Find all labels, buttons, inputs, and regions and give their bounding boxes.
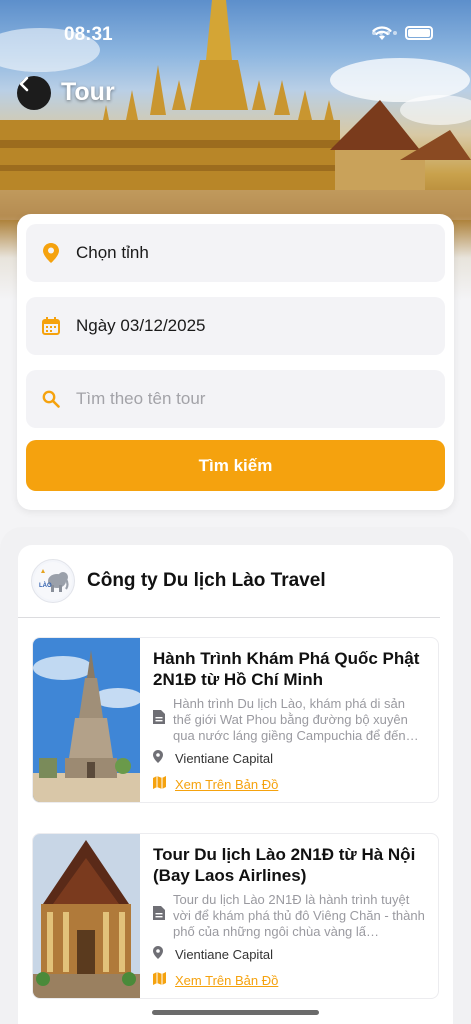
view-map-label[interactable]: Xem Trên Bản Đồ: [175, 973, 278, 988]
elephant-logo-icon: LÀO: [34, 562, 72, 600]
province-label: Chọn tỉnh: [76, 243, 149, 262]
company-logo: LÀO: [31, 559, 75, 603]
tour-name-field[interactable]: [26, 370, 445, 428]
tour-description: Hành trình Du lịch Lào, khám phá di sản …: [173, 696, 419, 743]
tour-image: [33, 834, 140, 998]
company-header[interactable]: LÀO Công ty Du lịch Lào Travel: [18, 545, 440, 618]
tour-card[interactable]: Tour Du lịch Lào 2N1Đ từ Hà Nội (Bay Lao…: [32, 833, 439, 999]
page-title: Tour: [61, 78, 115, 106]
location-pin-icon: [153, 750, 163, 763]
document-icon: [153, 906, 165, 920]
wifi-icon: [372, 26, 392, 40]
results-panel: LÀO Công ty Du lịch Lào Travel Hành Trìn…: [0, 527, 471, 1024]
search-icon: [42, 390, 60, 408]
location-pin-icon: [43, 243, 59, 263]
tour-image: [33, 638, 140, 802]
view-map-label[interactable]: Xem Trên Bản Đồ: [175, 777, 278, 792]
tour-card[interactable]: Hành Trình Khám Phá Quốc Phật 2N1Đ từ Hồ…: [32, 637, 439, 803]
date-label: Ngày 03/12/2025: [76, 316, 206, 335]
battery-icon: [405, 26, 433, 40]
company-card: LÀO Công ty Du lịch Lào Travel Hành Trìn…: [18, 545, 453, 1024]
search-card: Chọn tỉnh Ngày 03/12/2025 Tìm theo tên t…: [17, 214, 454, 510]
back-icon: [19, 76, 29, 92]
status-time: 08:31: [64, 24, 113, 45]
map-icon: [153, 972, 166, 985]
tour-location: Vientiane Capital: [175, 750, 274, 766]
tour-title: Hành Trình Khám Phá Quốc Phật 2N1Đ từ Hồ…: [153, 649, 420, 689]
province-select[interactable]: Chọn tỉnh: [26, 224, 445, 282]
company-name: Công ty Du lịch Lào Travel: [87, 570, 326, 591]
svg-text:LÀO: LÀO: [39, 582, 52, 589]
back-button[interactable]: [17, 76, 51, 110]
view-map-link[interactable]: Xem Trên Bản Đồ: [153, 972, 426, 988]
tour-description: Tour du lịch Lào 2N1Đ là hành trình tuyệ…: [173, 892, 425, 939]
date-picker[interactable]: Ngày 03/12/2025: [26, 297, 445, 355]
location-pin-icon: [153, 946, 163, 959]
document-icon: [153, 710, 165, 724]
search-button[interactable]: Tìm kiếm: [26, 440, 445, 491]
view-map-link[interactable]: Xem Trên Bản Đồ: [153, 776, 426, 792]
tour-name-input[interactable]: [76, 389, 396, 409]
home-indicator: [152, 1010, 319, 1015]
map-icon: [153, 776, 166, 789]
tour-location: Vientiane Capital: [175, 946, 274, 962]
calendar-icon: [42, 317, 60, 335]
status-icons: [372, 26, 433, 40]
tour-title: Tour Du lịch Lào 2N1Đ từ Hà Nội (Bay Lao…: [153, 845, 416, 885]
